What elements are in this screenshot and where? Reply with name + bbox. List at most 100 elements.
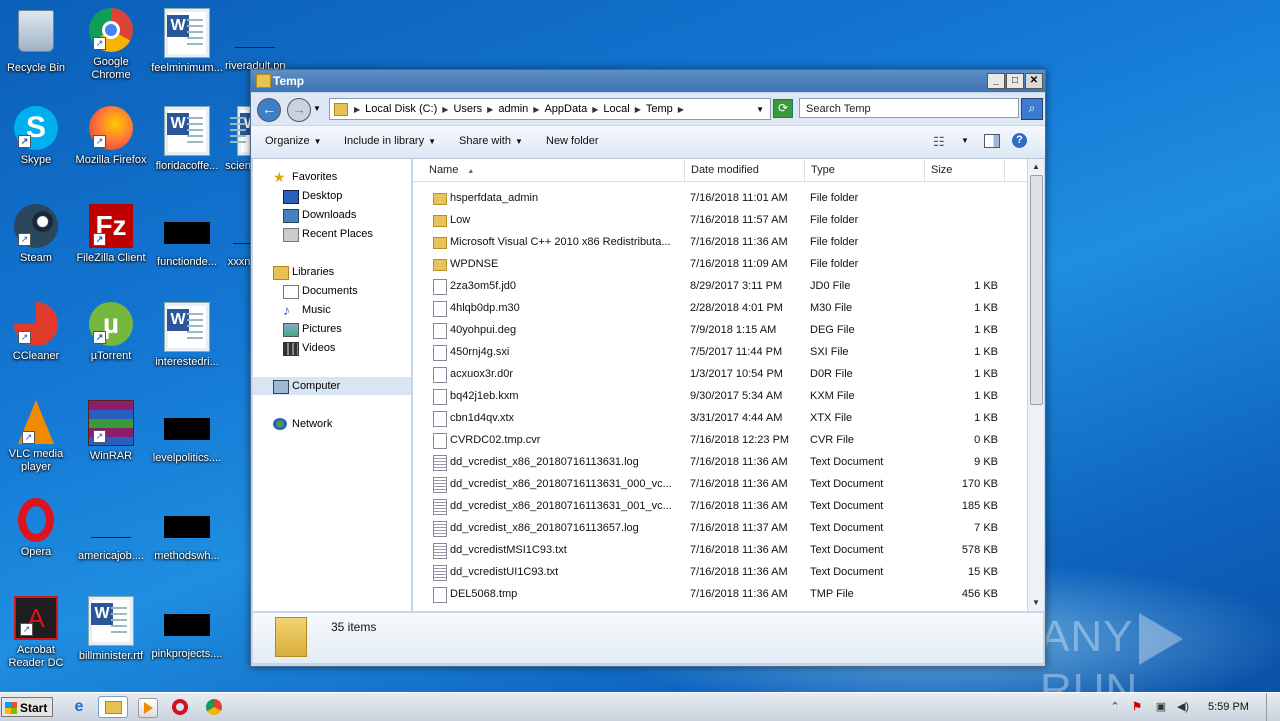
show-hidden-icons-chevron-icon[interactable]: ⌃ bbox=[1108, 700, 1122, 714]
desktop-icon-recycle-bin[interactable]: Recycle Bin bbox=[0, 8, 74, 75]
internet-explorer-icon[interactable]: e bbox=[70, 698, 88, 716]
desktop-icon-opera[interactable]: Opera bbox=[0, 498, 74, 559]
view-chevron-down-icon[interactable]: ▼ bbox=[961, 136, 969, 145]
back-button[interactable]: ← bbox=[257, 98, 281, 122]
taskbar-clock[interactable]: 5:59 PM bbox=[1208, 701, 1249, 713]
include-in-library-menu[interactable]: Include in library ▼ bbox=[344, 135, 436, 147]
help-icon[interactable]: ? bbox=[1012, 133, 1027, 148]
breadcrumb-separator-icon[interactable]: ▶ bbox=[590, 105, 600, 114]
action-center-flag-icon[interactable]: ⚑ bbox=[1130, 700, 1144, 714]
view-options-icon[interactable]: ☷ bbox=[933, 134, 945, 150]
table-row[interactable]: 4hlqb0dp.m30 2/28/2018 4:01 PM M30 File 1 K… bbox=[413, 297, 1027, 319]
breadcrumb-separator-icon[interactable]: ▶ bbox=[676, 105, 686, 114]
table-row[interactable]: dd_vcredist_x86_20180716113631_000_vc...… bbox=[413, 473, 1027, 495]
nav-favorites[interactable]: ★ Favorites bbox=[253, 168, 411, 186]
minimize-button[interactable]: _ bbox=[987, 73, 1005, 89]
desktop-icon-skype[interactable]: S ↗ Skype bbox=[0, 106, 74, 167]
breadcrumb-local-disk[interactable]: Local Disk (C:) bbox=[362, 103, 440, 115]
desktop-icon-americajob[interactable]: americajob.... bbox=[73, 498, 149, 563]
nav-pictures[interactable]: Pictures bbox=[253, 320, 411, 338]
breadcrumb-separator-icon[interactable]: ▶ bbox=[440, 105, 450, 114]
maximize-button[interactable]: □ bbox=[1006, 73, 1024, 89]
desktop-icon-google-chrome[interactable]: ↗ Google Chrome bbox=[73, 8, 149, 82]
table-row[interactable]: dd_vcredist_x86_20180716113631.log 7/16/2… bbox=[413, 451, 1027, 473]
scrollbar-thumb[interactable] bbox=[1030, 175, 1043, 405]
desktop-icon-xxxn[interactable]: xxxn bbox=[226, 204, 273, 269]
column-header-size[interactable]: Size bbox=[925, 159, 1005, 181]
speaker-icon[interactable]: ◀) bbox=[1176, 700, 1190, 714]
breadcrumb-separator-icon[interactable]: ▶ bbox=[633, 105, 643, 114]
desktop-icon-utorrent[interactable]: µ ↗ µTorrent bbox=[73, 302, 149, 363]
table-row[interactable]: CVRDC02.tmp.cvr 7/16/2018 12:23 PM CVR Fil… bbox=[413, 429, 1027, 451]
close-button[interactable]: ✕ bbox=[1025, 73, 1043, 89]
table-row[interactable]: bq42j1eb.kxm 9/30/2017 5:34 AM KXM File 1 K… bbox=[413, 385, 1027, 407]
nav-desktop[interactable]: Desktop bbox=[253, 187, 411, 205]
table-row[interactable]: 450rnj4g.sxi 7/5/2017 11:44 PM SXI File 1 K… bbox=[413, 341, 1027, 363]
share-with-menu[interactable]: Share with ▼ bbox=[459, 135, 523, 147]
desktop-icon-filezilla[interactable]: Fz ↗ FileZilla Client bbox=[73, 204, 149, 265]
desktop-icon-methodswh[interactable]: methodswh... bbox=[149, 498, 225, 563]
vertical-scrollbar[interactable]: ▲ ▼ bbox=[1027, 159, 1044, 611]
address-dropdown-chevron-icon[interactable]: ▼ bbox=[756, 105, 764, 114]
breadcrumb-separator-icon[interactable]: ▶ bbox=[531, 105, 541, 114]
desktop-icon-firefox[interactable]: ↗ Mozilla Firefox bbox=[73, 106, 149, 167]
table-row[interactable]: dd_vcredist_x86_20180716113631_001_vc...… bbox=[413, 495, 1027, 517]
desktop-icon-feelminimum[interactable]: feelminimum... bbox=[149, 8, 225, 75]
desktop-icon-acrobat[interactable]: A ↗ Acrobat Reader DC bbox=[0, 596, 74, 670]
table-row[interactable]: dd_vcredistMSI1C93.txt 7/16/2018 11:36 AM… bbox=[413, 539, 1027, 561]
table-row[interactable]: dd_vcredistUI1C93.txt 7/16/2018 11:36 AM T… bbox=[413, 561, 1027, 583]
nav-network[interactable]: Network bbox=[253, 415, 411, 433]
scroll-up-arrow-icon[interactable]: ▲ bbox=[1029, 160, 1043, 174]
breadcrumb-temp[interactable]: Temp bbox=[643, 103, 676, 115]
desktop-icon-functionde[interactable]: functionde... bbox=[149, 204, 225, 269]
table-row[interactable]: DEL5068.tmp 7/16/2018 11:36 AM TMP File 456… bbox=[413, 583, 1027, 605]
table-row[interactable]: 40yohpui.deg 7/9/2018 1:15 AM DEG File 1 KB bbox=[413, 319, 1027, 341]
nav-videos[interactable]: Videos bbox=[253, 339, 411, 357]
table-row[interactable]: acxuox3r.d0r 1/3/2017 10:54 PM D0R File 1 K… bbox=[413, 363, 1027, 385]
desktop-icon-levelpolitics[interactable]: levelpolitics.... bbox=[149, 400, 225, 465]
window-titlebar[interactable]: Temp _ □ ✕ bbox=[251, 70, 1045, 92]
desktop-icon-floridacoffee[interactable]: floridacoffe... bbox=[149, 106, 225, 173]
table-row[interactable]: hsperfdata_admin 7/16/2018 11:01 AM File f… bbox=[413, 187, 1027, 209]
breadcrumb-separator-icon[interactable]: ▶ bbox=[485, 105, 495, 114]
desktop-icon-scien[interactable]: scien bbox=[223, 106, 262, 173]
nav-libraries[interactable]: Libraries bbox=[253, 263, 411, 281]
desktop-icon-riveradult[interactable]: riveradult.png bbox=[225, 8, 285, 73]
column-header-type[interactable]: Type bbox=[805, 159, 925, 181]
new-folder-button[interactable]: New folder bbox=[546, 135, 599, 147]
table-row[interactable]: dd_vcredist_x86_20180716113657.log 7/16/2… bbox=[413, 517, 1027, 539]
search-icon[interactable]: ⌕ bbox=[1021, 98, 1043, 120]
breadcrumb-appdata[interactable]: AppData bbox=[541, 103, 590, 115]
nav-downloads[interactable]: Downloads bbox=[253, 206, 411, 224]
explorer-window[interactable]: Temp _ □ ✕ ← → ▼ ▶ Local Disk (C:) ▶ User… bbox=[250, 69, 1046, 667]
organize-menu[interactable]: Organize ▼ bbox=[265, 135, 322, 147]
desktop-icon-ccleaner[interactable]: ↗ CCleaner bbox=[0, 302, 74, 363]
breadcrumb-users[interactable]: Users bbox=[450, 103, 485, 115]
refresh-button[interactable]: ⟳ bbox=[773, 99, 793, 118]
media-player-icon[interactable] bbox=[138, 698, 158, 718]
desktop-icon-winrar[interactable]: ↗ WinRAR bbox=[73, 400, 149, 463]
nav-music[interactable]: ♪ Music bbox=[253, 301, 411, 319]
start-button[interactable]: Start bbox=[1, 697, 53, 717]
breadcrumb-local[interactable]: Local bbox=[600, 103, 632, 115]
desktop-icon-interestedri[interactable]: interestedri... bbox=[149, 302, 225, 369]
desktop-icon-pinkprojects[interactable]: pinkprojects.... bbox=[149, 596, 225, 661]
address-bar[interactable]: ▶ Local Disk (C:) ▶ Users ▶ admin ▶ AppData… bbox=[329, 98, 771, 120]
opera-icon[interactable] bbox=[172, 699, 188, 715]
column-header-name[interactable]: Name ▲ bbox=[413, 159, 685, 181]
forward-button[interactable]: → bbox=[287, 98, 311, 122]
table-row[interactable]: cbn1d4qv.xtx 3/31/2017 4:44 AM XTX File 1 K… bbox=[413, 407, 1027, 429]
nav-computer[interactable]: Computer bbox=[253, 377, 411, 395]
desktop-icon-billminister[interactable]: billminister.rtf bbox=[73, 596, 149, 663]
chrome-icon[interactable] bbox=[206, 699, 222, 715]
table-row[interactable]: 2za3om5f.jd0 8/29/2017 3:11 PM JD0 File 1 K… bbox=[413, 275, 1027, 297]
table-row[interactable]: Microsoft Visual C++ 2010 x86 Redistribu… bbox=[413, 231, 1027, 253]
preview-pane-icon[interactable] bbox=[984, 134, 1000, 148]
table-row[interactable]: WPDNSE 7/16/2018 11:09 AM File folder bbox=[413, 253, 1027, 275]
desktop-icon-steam[interactable]: ↗ Steam bbox=[0, 204, 74, 265]
explorer-taskbar-button[interactable] bbox=[98, 696, 128, 718]
column-header-date-modified[interactable]: Date modified bbox=[685, 159, 805, 181]
search-input[interactable]: Search Temp bbox=[799, 98, 1019, 118]
scroll-down-arrow-icon[interactable]: ▼ bbox=[1029, 596, 1043, 610]
show-desktop-button[interactable] bbox=[1266, 693, 1280, 721]
